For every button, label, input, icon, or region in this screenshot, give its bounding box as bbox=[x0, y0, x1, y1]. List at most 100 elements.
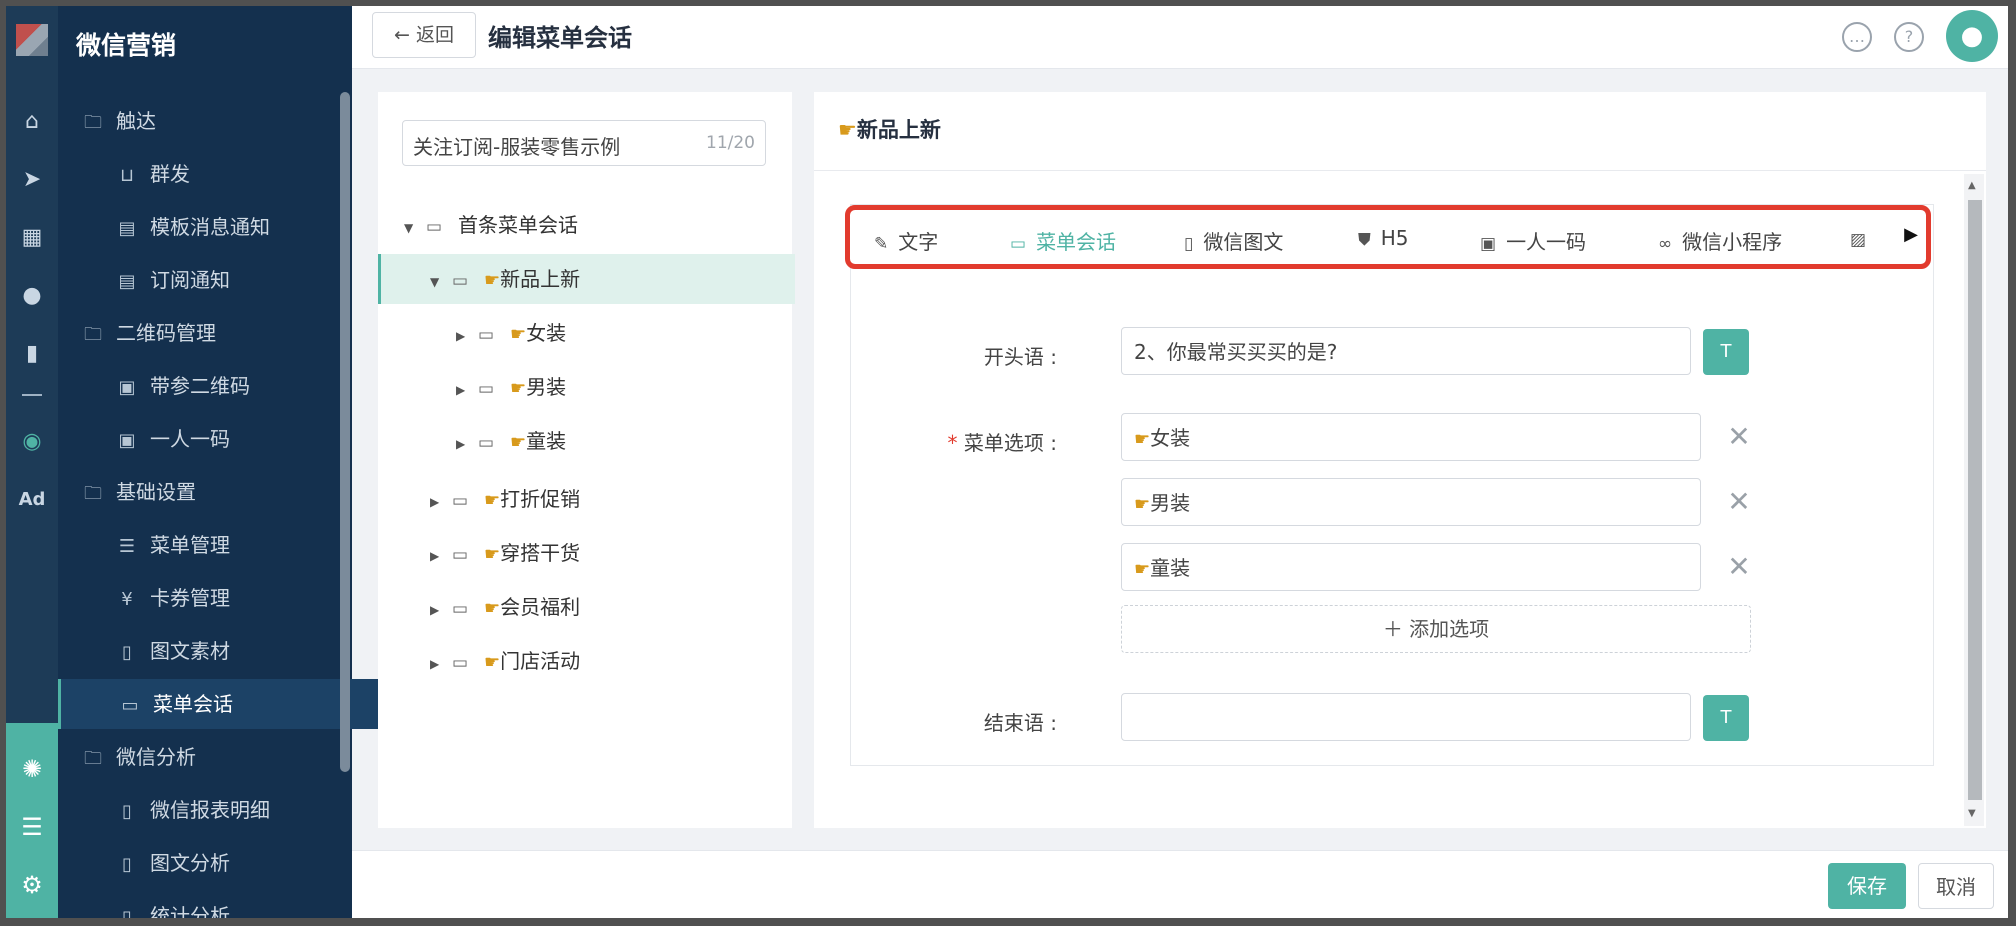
pencil-icon: ✎ bbox=[874, 234, 889, 254]
plus-icon: ＋ bbox=[1382, 617, 1410, 641]
remove-option-button[interactable]: ✕ bbox=[1723, 551, 1755, 583]
editor-scrollbar[interactable]: ▲ ▼ bbox=[1964, 174, 1984, 826]
sidebar-item-chuda[interactable]: 🗀 触达 bbox=[58, 96, 364, 146]
editor-panel: ☛新品上新 ✎ 文字 ▭ 菜单会话 ▯ 微信图文 ⛊ H5 ▣ 一人一码 ∞ 微信小程序 ▨… bbox=[814, 92, 1986, 828]
session-name-input[interactable]: 关注订阅-服装零售示例 11/20 bbox=[402, 120, 766, 166]
scroll-right-icon[interactable]: ▶ bbox=[1904, 224, 1918, 245]
scroll-up-icon[interactable]: ▲ bbox=[1968, 180, 1976, 191]
qrcode-icon: ▣ bbox=[118, 430, 136, 451]
sidebar-scrollbar[interactable] bbox=[340, 92, 350, 772]
sidebar-item-qrcode-mgmt[interactable]: 🗀 二维码管理 bbox=[58, 308, 364, 358]
app-window: ⌂ ➤ ▦ ● ▮ ◉ Ad ✺ ☰ ⚙ 微信营销 🗀 触达 ⊔ 群发 ▤ 模板消息通… bbox=[6, 6, 2008, 918]
ad-label[interactable]: Ad bbox=[6, 482, 58, 518]
caret-right-icon[interactable]: ▶ bbox=[430, 639, 448, 689]
scrollbar-thumb[interactable] bbox=[1968, 200, 1982, 800]
option-input[interactable]: ☛男装 bbox=[1121, 478, 1701, 526]
close-icon: ✕ bbox=[1727, 485, 1751, 518]
sidebar: 微信营销 🗀 触达 ⊔ 群发 ▤ 模板消息通知 ▤ 订阅通知 🗀 二维码管理 ▣ 带参二维码… bbox=[58, 6, 401, 918]
list-icon: ☰ bbox=[118, 536, 136, 557]
html5-icon: ⛊ bbox=[1358, 230, 1371, 250]
network-icon[interactable]: ✺ bbox=[6, 751, 58, 787]
layout-icon[interactable]: ▦ bbox=[6, 220, 58, 256]
sidebar-item-label: 模板消息通知 bbox=[150, 215, 270, 239]
tree-node[interactable]: ▶ ▭ ☛门店活动 bbox=[430, 636, 580, 686]
page-title: 编辑菜单会话 bbox=[488, 24, 632, 52]
add-option-button[interactable]: ＋ 添加选项 bbox=[1121, 605, 1751, 653]
arrow-left-icon: ← bbox=[394, 24, 416, 46]
pointing-hand-icon: ☛ bbox=[1134, 429, 1151, 450]
send-icon[interactable]: ➤ bbox=[6, 162, 58, 198]
remove-option-button[interactable]: ✕ bbox=[1723, 486, 1755, 518]
avatar[interactable]: ● bbox=[1946, 10, 1998, 62]
qrcode-icon: ▣ bbox=[118, 377, 136, 398]
pointing-hand-icon: ☛ bbox=[484, 490, 501, 511]
caret-right-icon[interactable]: ▶ bbox=[430, 585, 448, 635]
scroll-down-icon[interactable]: ▼ bbox=[1968, 808, 1976, 819]
caret-right-icon[interactable]: ▶ bbox=[430, 531, 448, 581]
chat-bubble-icon[interactable]: … bbox=[1842, 22, 1872, 52]
save-button[interactable]: 保存 bbox=[1828, 863, 1906, 909]
document-icon: ▯ bbox=[122, 854, 132, 875]
caret-right-icon[interactable]: ▶ bbox=[430, 477, 448, 527]
tab-h5[interactable]: ⛊ H5 bbox=[1358, 226, 1409, 250]
text-format-button[interactable]: T bbox=[1703, 695, 1749, 741]
tree-node[interactable]: ▶ ▭ ☛打折促销 bbox=[430, 474, 580, 524]
closing-input[interactable] bbox=[1121, 693, 1691, 741]
option-value: 童装 bbox=[1150, 556, 1191, 580]
wechat-icon[interactable]: ◉ bbox=[6, 424, 58, 460]
user-icon[interactable]: ● bbox=[6, 278, 58, 314]
sidebar-item-stat-analysis[interactable]: ▯ 统计分析 bbox=[58, 891, 398, 918]
caret-right-icon[interactable]: ▶ bbox=[456, 311, 474, 361]
tree-node-label: 童装 bbox=[526, 429, 567, 453]
opening-input[interactable]: 2、你最常买买买的是? bbox=[1121, 327, 1691, 375]
close-icon: ✕ bbox=[1727, 420, 1751, 453]
document-icon: ▯ bbox=[122, 642, 132, 663]
options-label: * 菜单选项 : bbox=[857, 427, 1057, 456]
tab-wechat-article[interactable]: ▯ 微信图文 bbox=[1184, 226, 1283, 255]
sidebar-item-label: 带参二维码 bbox=[150, 374, 250, 398]
sidebar-item-wechat-analysis[interactable]: 🗀 微信分析 bbox=[58, 732, 364, 782]
server-icon[interactable]: ☰ bbox=[6, 809, 58, 845]
option-input[interactable]: ☛童装 bbox=[1121, 543, 1701, 591]
add-option-label: 添加选项 bbox=[1409, 617, 1490, 641]
caret-right-icon[interactable]: ▶ bbox=[456, 365, 474, 415]
tree-node[interactable]: ▶ ▭ ☛会员福利 bbox=[430, 582, 580, 632]
tree-node[interactable]: ▶ ▭ ☛女装 bbox=[456, 308, 566, 358]
close-icon: ✕ bbox=[1727, 550, 1751, 583]
tab-label: 菜单会话 bbox=[1036, 230, 1117, 254]
text-format-button[interactable]: T bbox=[1703, 329, 1749, 375]
sidebar-item-label: 二维码管理 bbox=[116, 321, 216, 345]
sidebar-item-article-analysis[interactable]: ▯ 图文分析 bbox=[58, 838, 398, 888]
pointing-hand-icon: ☛ bbox=[1134, 494, 1151, 515]
tree-node[interactable]: ▼ ▭ 首条菜单会话 bbox=[404, 200, 578, 250]
caret-down-icon[interactable]: ▼ bbox=[430, 257, 448, 307]
tree-node[interactable]: ▼ ▭ ☛新品上新 bbox=[430, 254, 580, 304]
bar-chart-icon[interactable]: ▮ bbox=[6, 336, 58, 372]
cancel-button[interactable]: 取消 bbox=[1918, 863, 1994, 909]
broadcast-icon: ⊔ bbox=[119, 165, 135, 186]
sidebar-item-report-detail[interactable]: ▯ 微信报表明细 bbox=[58, 785, 398, 835]
app-title: 微信营销 bbox=[76, 31, 177, 60]
tab-one-person-code[interactable]: ▣ 一人一码 bbox=[1480, 226, 1586, 255]
option-input[interactable]: ☛女装 bbox=[1121, 413, 1701, 461]
caret-right-icon[interactable]: ▶ bbox=[456, 419, 474, 469]
caret-down-icon[interactable]: ▼ bbox=[404, 203, 422, 253]
tree-node[interactable]: ▶ ▭ ☛穿搭干货 bbox=[430, 528, 580, 578]
tab-text[interactable]: ✎ 文字 bbox=[874, 226, 938, 255]
sidebar-item-label: 菜单会话 bbox=[153, 692, 233, 716]
back-button[interactable]: ← 返回 bbox=[372, 12, 476, 58]
sidebar-item-basic-settings[interactable]: 🗀 基础设置 bbox=[58, 467, 364, 517]
tab-menu-session[interactable]: ▭ 菜单会话 bbox=[1010, 226, 1116, 255]
tab-image[interactable]: ▨ bbox=[1850, 226, 1876, 250]
tree-node[interactable]: ▶ ▭ ☛童装 bbox=[456, 416, 566, 466]
tab-mini-program[interactable]: ∞ 微信小程序 bbox=[1658, 226, 1782, 255]
divider bbox=[814, 170, 1986, 171]
settings-icon[interactable]: ⚙ bbox=[6, 867, 58, 903]
tree-node[interactable]: ▶ ▭ ☛男装 bbox=[456, 362, 566, 412]
sidebar-item-label: 图文分析 bbox=[150, 851, 230, 875]
home-icon[interactable]: ⌂ bbox=[6, 104, 58, 140]
remove-option-button[interactable]: ✕ bbox=[1723, 421, 1755, 453]
text-format-icon: T bbox=[1720, 341, 1732, 362]
help-icon[interactable]: ? bbox=[1894, 22, 1924, 52]
tab-label: H5 bbox=[1380, 226, 1409, 250]
